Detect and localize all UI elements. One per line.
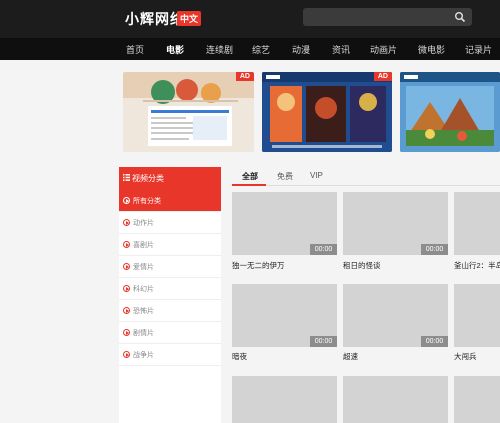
video-title[interactable]: 超速 xyxy=(343,351,358,362)
sidebar-item-label: 恐怖片 xyxy=(133,308,154,315)
sidebar-item-label: 剧情片 xyxy=(133,330,154,337)
sidebar-item-label: 爱情片 xyxy=(133,264,154,271)
video-card-thumbnail[interactable] xyxy=(454,284,500,347)
play-circle-icon xyxy=(123,263,130,270)
main-nav: 首页 电影 连续剧 综艺 动漫 资讯 动画片 微电影 记录片 xyxy=(0,38,500,60)
video-title[interactable]: 独一无二的伊万 xyxy=(232,260,285,271)
video-title[interactable]: 釜山行2：半岛 xyxy=(454,260,500,271)
video-card-thumbnail[interactable] xyxy=(232,376,337,423)
nav-series[interactable]: 连续剧 xyxy=(206,43,233,56)
tab-divider xyxy=(232,185,500,186)
nav-variety[interactable]: 综艺 xyxy=(252,43,270,56)
sidebar-item-romance[interactable]: 爱情片 xyxy=(119,256,221,278)
ad-badge: AD xyxy=(235,72,254,81)
duration-badge: 00:00 xyxy=(310,336,337,347)
video-card-thumbnail[interactable]: 00:00 xyxy=(232,192,337,255)
play-circle-icon xyxy=(123,197,130,204)
play-circle-icon xyxy=(123,307,130,314)
play-circle-icon xyxy=(123,329,130,336)
play-circle-icon xyxy=(123,219,130,226)
search-input[interactable] xyxy=(303,8,472,26)
site-logo[interactable]: 小辉网络 xyxy=(125,9,185,29)
banner-3-image xyxy=(400,72,500,152)
sidebar-item-label: 喜剧片 xyxy=(133,242,154,249)
tab-all[interactable]: 全部 xyxy=(242,171,258,182)
banner-ad-1[interactable]: AD xyxy=(123,72,254,152)
video-card-thumbnail[interactable]: 00:00 xyxy=(343,192,448,255)
sidebar-item-label: 动作片 xyxy=(133,220,154,227)
sidebar-item-action[interactable]: 动作片 xyxy=(119,212,221,234)
sidebar-item-all[interactable]: 所有分类 xyxy=(119,190,221,212)
ad-badge: AD xyxy=(373,72,392,81)
nav-movie[interactable]: 电影 xyxy=(166,43,184,56)
sidebar-item-comedy[interactable]: 喜剧片 xyxy=(119,234,221,256)
nav-short-film[interactable]: 微电影 xyxy=(418,43,445,56)
banner-ad-3[interactable] xyxy=(400,72,500,152)
play-circle-icon xyxy=(123,241,130,248)
nav-documentary[interactable]: 记录片 xyxy=(465,43,492,56)
sidebar-title: 视频分类 xyxy=(132,174,164,183)
video-card-thumbnail[interactable]: 00:00 xyxy=(232,284,337,347)
video-card-thumbnail[interactable] xyxy=(454,376,500,423)
play-circle-icon xyxy=(123,285,130,292)
sidebar-item-label: 战争片 xyxy=(133,352,154,359)
sidebar-item-label: 科幻片 xyxy=(133,286,154,293)
sidebar-item-label: 所有分类 xyxy=(133,198,161,205)
video-title[interactable]: 租日的怪谈 xyxy=(343,260,381,271)
video-card-thumbnail[interactable] xyxy=(454,192,500,255)
play-circle-icon xyxy=(123,351,130,358)
banner-2-image xyxy=(262,72,392,152)
duration-badge: 00:00 xyxy=(421,244,448,255)
banner-1-image xyxy=(123,72,254,146)
sidebar-item-horror[interactable]: 恐怖片 xyxy=(119,300,221,322)
nav-cartoon[interactable]: 动画片 xyxy=(370,43,397,56)
duration-badge: 00:00 xyxy=(421,336,448,347)
sidebar-item-drama[interactable]: 剧情片 xyxy=(119,322,221,344)
duration-badge: 00:00 xyxy=(310,244,337,255)
video-card-thumbnail[interactable] xyxy=(343,376,448,423)
search-icon[interactable] xyxy=(454,11,466,23)
nav-anime[interactable]: 动漫 xyxy=(292,43,310,56)
video-card-thumbnail[interactable]: 00:00 xyxy=(343,284,448,347)
tab-vip[interactable]: VIP xyxy=(310,171,323,180)
nav-news[interactable]: 资讯 xyxy=(332,43,350,56)
language-badge[interactable]: 中文 xyxy=(177,11,202,26)
video-title[interactable]: 大闯兵 xyxy=(454,351,477,362)
list-icon xyxy=(123,174,130,181)
top-header: 小辉网络 中文 xyxy=(0,0,500,38)
video-title[interactable]: 暗夜 xyxy=(232,351,247,362)
sidebar-item-war[interactable]: 战争片 xyxy=(119,344,221,366)
banner-ad-2[interactable]: AD xyxy=(262,72,392,152)
category-sidebar: 视频分类 所有分类 动作片 喜剧片 爱情片 科幻片 恐怖片 剧情片 战争片 xyxy=(119,167,221,423)
nav-home[interactable]: 首页 xyxy=(126,43,144,56)
sidebar-item-scifi[interactable]: 科幻片 xyxy=(119,278,221,300)
tab-free[interactable]: 免费 xyxy=(277,171,293,182)
active-tab-indicator xyxy=(232,184,266,186)
